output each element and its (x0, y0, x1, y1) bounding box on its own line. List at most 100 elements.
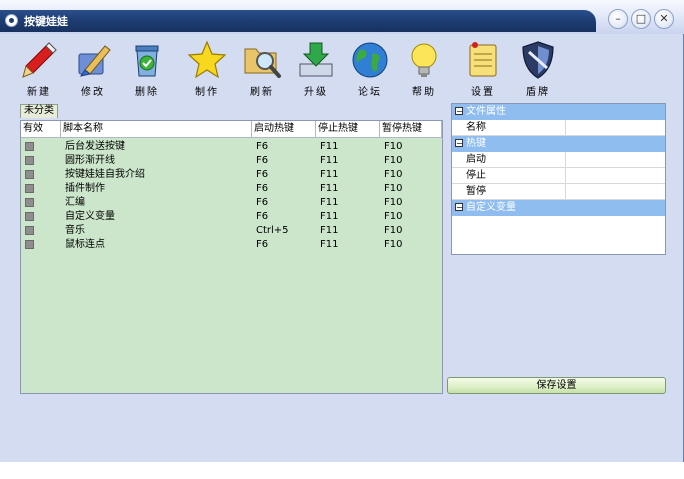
table-row[interactable]: 音乐 Ctrl+5 F11 F10 (21, 224, 442, 238)
collapse-icon[interactable]: − (455, 139, 463, 148)
property-key: 启动 (464, 152, 566, 167)
upgrade-label: 升级 (304, 87, 328, 98)
script-name: 汇编 (65, 197, 85, 208)
enabled-checkbox[interactable] (25, 226, 34, 235)
forum-button[interactable]: 论坛 (345, 36, 395, 98)
enabled-checkbox[interactable] (25, 212, 34, 221)
property-value[interactable] (566, 184, 665, 199)
title-bar[interactable]: 按键娃娃 – □ ✕ (0, 0, 684, 34)
table-row[interactable]: 圆形渐开线 F6 F11 F10 (21, 154, 442, 168)
pause-hotkey: F10 (384, 239, 403, 250)
shield-icon (522, 41, 554, 79)
property-value[interactable] (566, 152, 665, 167)
settings-button[interactable]: 设置 (458, 36, 508, 98)
script-name: 插件制作 (65, 183, 105, 194)
modify-button[interactable]: 修改 (68, 36, 118, 98)
start-hotkey: F6 (256, 197, 269, 208)
table-row[interactable]: 鼠标连点 F6 F11 F10 (21, 238, 442, 252)
maximize-icon: □ (635, 12, 647, 25)
group-label: 文件属性 (466, 106, 506, 117)
minimize-icon: – (615, 12, 621, 25)
stop-hotkey: F11 (320, 239, 339, 250)
new-button[interactable]: 新建 (14, 36, 64, 98)
delete-button[interactable]: 删除 (122, 36, 172, 98)
group-file-properties[interactable]: − 文件属性 (452, 104, 665, 120)
close-button[interactable]: ✕ (654, 9, 674, 29)
globe-icon (352, 42, 388, 78)
stop-hotkey: F11 (320, 155, 339, 166)
property-value[interactable] (566, 120, 665, 135)
enabled-checkbox[interactable] (25, 170, 34, 179)
refresh-button[interactable]: 刷新 (237, 36, 287, 98)
script-name: 按键娃娃自我介绍 (65, 169, 145, 180)
make-button[interactable]: 制作 (182, 36, 232, 98)
refresh-label: 刷新 (250, 87, 274, 98)
col-start-hotkey[interactable]: 启动热键 (252, 121, 316, 137)
collapse-icon[interactable]: − (455, 203, 463, 212)
stop-hotkey: F11 (320, 183, 339, 194)
close-icon: ✕ (659, 12, 669, 25)
enabled-checkbox[interactable] (25, 240, 34, 249)
upgrade-button[interactable]: 升级 (291, 36, 341, 98)
pause-hotkey: F10 (384, 141, 403, 152)
stop-hotkey: F11 (320, 197, 339, 208)
settings-label: 设置 (471, 87, 495, 98)
window-title: 按键娃娃 (24, 15, 68, 28)
property-row-name[interactable]: 名称 (452, 120, 665, 136)
table-row[interactable]: 按键娃娃自我介绍 F6 F11 F10 (21, 168, 442, 182)
col-pause-hotkey[interactable]: 暂停热键 (380, 121, 442, 137)
table-row[interactable]: 自定义变量 F6 F11 F10 (21, 210, 442, 224)
minimize-button[interactable]: – (608, 9, 628, 29)
folder-search-icon (244, 48, 281, 78)
script-list: 有效 脚本名称 启动热键 停止热键 暂停热键 后台发送按键 F6 F11 F10… (20, 120, 443, 394)
help-button[interactable]: 帮助 (399, 36, 449, 98)
make-label: 制作 (195, 87, 219, 98)
col-stop-hotkey[interactable]: 停止热键 (316, 121, 380, 137)
group-custom-variables[interactable]: − 自定义变量 (452, 200, 665, 216)
tab-uncategorized[interactable]: 未分类 (20, 104, 58, 118)
property-row-stop[interactable]: 停止 (452, 168, 665, 184)
collapse-icon[interactable]: − (455, 107, 463, 116)
script-name: 圆形渐开线 (65, 155, 115, 166)
group-hotkey[interactable]: − 热键 (452, 136, 665, 152)
group-label: 热键 (466, 138, 486, 149)
start-hotkey: F6 (256, 141, 269, 152)
edit-brush-icon (78, 45, 111, 77)
title-strip: 按键娃娃 (0, 10, 596, 32)
list-header: 有效 脚本名称 启动热键 停止热键 暂停热键 (21, 121, 442, 138)
enabled-checkbox[interactable] (25, 142, 34, 151)
maximize-button[interactable]: □ (631, 9, 651, 29)
pen-icon (22, 42, 57, 78)
star-icon (187, 40, 227, 79)
property-value[interactable] (566, 168, 665, 183)
table-row[interactable]: 后台发送按键 F6 F11 F10 (21, 140, 442, 154)
start-hotkey: F6 (256, 183, 269, 194)
pause-hotkey: F10 (384, 169, 403, 180)
property-row-start[interactable]: 启动 (452, 152, 665, 168)
group-label: 自定义变量 (466, 202, 516, 213)
toolbar: 新建 修改 删除 制作 刷新 升级 论坛 帮助 设置 盾牌 (0, 36, 684, 98)
table-row[interactable]: 插件制作 F6 F11 F10 (21, 182, 442, 196)
start-hotkey: F6 (256, 169, 269, 180)
pause-hotkey: F10 (384, 211, 403, 222)
property-grid: − 文件属性 名称 − 热键 启动 停止 暂停 − 自定义变量 (451, 103, 666, 255)
stop-hotkey: F11 (320, 225, 339, 236)
pause-hotkey: F10 (384, 197, 403, 208)
save-settings-button[interactable]: 保存设置 (447, 377, 666, 394)
col-enabled[interactable]: 有效 (21, 121, 61, 137)
app-icon[interactable] (5, 14, 18, 27)
new-label: 新建 (27, 87, 51, 98)
notepad-icon (469, 42, 497, 77)
col-script-name[interactable]: 脚本名称 (61, 121, 252, 137)
shield-button[interactable]: 盾牌 (513, 36, 563, 98)
table-row[interactable]: 汇编 F6 F11 F10 (21, 196, 442, 210)
enabled-checkbox[interactable] (25, 184, 34, 193)
property-row-pause[interactable]: 暂停 (452, 184, 665, 200)
property-key: 名称 (464, 120, 566, 135)
start-hotkey: Ctrl+5 (256, 225, 289, 236)
enabled-checkbox[interactable] (25, 198, 34, 207)
forum-label: 论坛 (358, 87, 382, 98)
script-name: 音乐 (65, 225, 85, 236)
pause-hotkey: F10 (384, 155, 403, 166)
enabled-checkbox[interactable] (25, 156, 34, 165)
